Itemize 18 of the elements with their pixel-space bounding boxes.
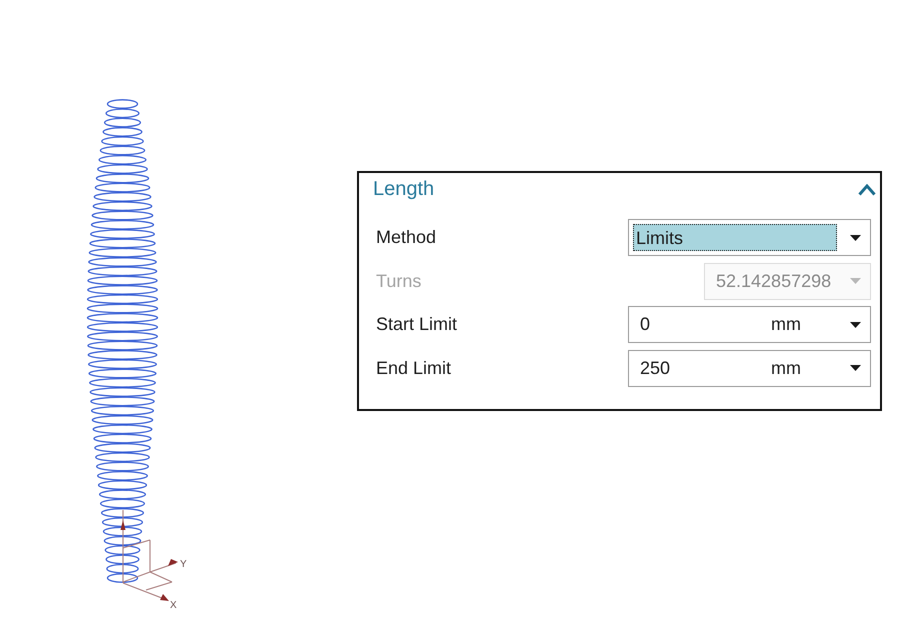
caret-icon: [850, 365, 861, 371]
unit-dropdown[interactable]: mm: [771, 314, 850, 335]
axis-label: Y: [180, 559, 187, 570]
method-dropdown[interactable]: Limits: [628, 219, 871, 256]
chevron-up-icon[interactable]: [858, 184, 876, 196]
unit-dropdown[interactable]: mm: [771, 358, 850, 378]
caret-icon: [850, 278, 861, 284]
number-field: 52.142857298: [704, 262, 871, 300]
axis-label: X: [170, 600, 177, 611]
measure-field[interactable]: 0 mm: [628, 306, 871, 343]
caret-icon: [850, 234, 861, 240]
field-label: End Limit: [376, 358, 452, 378]
section-title: Length: [373, 177, 434, 201]
measure-field[interactable]: 250 mm: [628, 350, 871, 386]
field-label: Start Limit: [376, 314, 458, 335]
field-label: Turns: [376, 270, 422, 292]
field-label: Method: [376, 227, 438, 248]
caret-icon: [850, 322, 861, 328]
